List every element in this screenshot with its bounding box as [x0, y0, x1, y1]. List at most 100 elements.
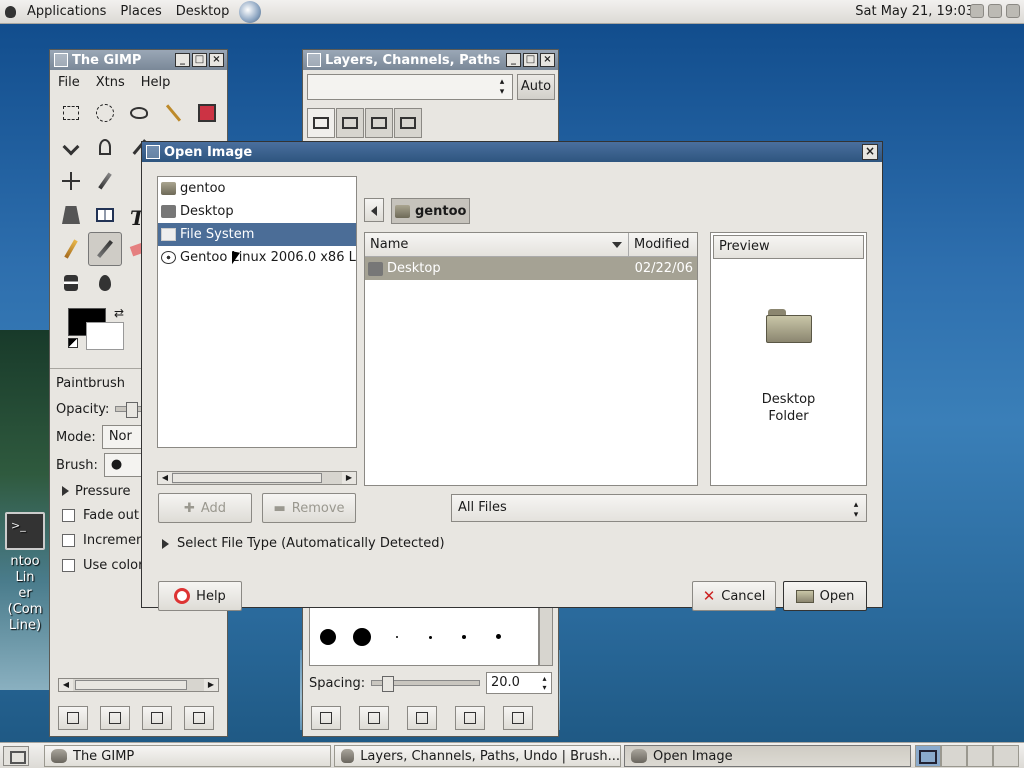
- scroll-thumb[interactable]: [172, 473, 322, 483]
- column-name[interactable]: Name: [365, 233, 629, 256]
- brush-item[interactable]: [396, 636, 398, 638]
- menu-xtns[interactable]: Xtns: [88, 75, 133, 90]
- path-back-button[interactable]: [364, 198, 384, 222]
- move-tool[interactable]: [54, 164, 88, 198]
- workspace-3[interactable]: [967, 745, 993, 767]
- file-filter-combo[interactable]: All Files: [451, 494, 867, 522]
- save-options-button[interactable]: [58, 706, 88, 730]
- places-hscroll[interactable]: ◀ ▶: [157, 471, 357, 485]
- path-button-gentoo[interactable]: gentoo: [391, 198, 470, 224]
- close-button[interactable]: ×: [209, 53, 224, 67]
- brush-item[interactable]: [462, 635, 466, 639]
- minimize-button[interactable]: _: [175, 53, 190, 67]
- menu-help[interactable]: Help: [133, 75, 179, 90]
- file-row-selected[interactable]: Desktop 02/22/06: [365, 257, 697, 280]
- tab-channels[interactable]: [336, 108, 364, 138]
- swap-colors-icon[interactable]: ⇄: [114, 306, 124, 320]
- delete-options-button[interactable]: [142, 706, 172, 730]
- brush-item[interactable]: [320, 629, 336, 645]
- fade-out-checkbox[interactable]: [62, 509, 75, 522]
- brush-item[interactable]: [353, 628, 371, 646]
- desktop-menu[interactable]: Desktop: [169, 0, 237, 24]
- brush-grid[interactable]: [309, 606, 539, 666]
- edit-brush-button[interactable]: [311, 706, 341, 730]
- network-icon[interactable]: [988, 4, 1002, 18]
- place-item[interactable]: Gentoo Linux 2006.0 x86 Live: [158, 246, 356, 269]
- clone-tool[interactable]: [54, 266, 88, 300]
- place-item[interactable]: Desktop: [158, 200, 356, 223]
- select-file-type-expander[interactable]: Select File Type (Automatically Detected…: [162, 536, 445, 551]
- scroll-left-icon[interactable]: ◀: [59, 679, 73, 691]
- scroll-thumb[interactable]: [75, 680, 187, 690]
- tab-paths[interactable]: [365, 108, 393, 138]
- tab-undo[interactable]: [394, 108, 422, 138]
- rect-select-tool[interactable]: [54, 96, 88, 130]
- workspace-1[interactable]: [915, 745, 941, 767]
- perspective-tool[interactable]: [54, 198, 88, 232]
- volume-icon[interactable]: [970, 4, 984, 18]
- window-menu-icon[interactable]: [307, 53, 321, 67]
- applications-menu[interactable]: Applications: [20, 0, 113, 24]
- toolbox-hscroll[interactable]: ◀ ▶: [58, 678, 219, 692]
- place-item-selected[interactable]: File System: [158, 223, 356, 246]
- place-item[interactable]: gentoo: [158, 177, 356, 200]
- workspace-4[interactable]: [993, 745, 1019, 767]
- new-brush-button[interactable]: [359, 706, 389, 730]
- show-desktop-button[interactable]: [3, 746, 29, 766]
- duplicate-brush-button[interactable]: [407, 706, 437, 730]
- image-selector-combo[interactable]: [307, 74, 513, 100]
- fuzzy-select-tool[interactable]: [156, 96, 190, 130]
- cancel-button[interactable]: ✕ Cancel: [692, 581, 776, 611]
- increment-checkbox[interactable]: [62, 534, 75, 547]
- ellipse-select-tool[interactable]: [88, 96, 122, 130]
- close-button[interactable]: ×: [540, 53, 555, 67]
- minimize-button[interactable]: _: [506, 53, 521, 67]
- free-select-tool[interactable]: [122, 96, 156, 130]
- add-bookmark-button[interactable]: ✚ Add: [158, 493, 252, 523]
- crop-tool[interactable]: [88, 164, 122, 198]
- background-color[interactable]: [86, 322, 124, 350]
- paths-tool[interactable]: [88, 130, 122, 164]
- brush-item[interactable]: [429, 636, 432, 639]
- desktop-icon-gentoo-live[interactable]: >_ ntoo Lin er (Com Line): [2, 512, 48, 634]
- restore-options-button[interactable]: [100, 706, 130, 730]
- scroll-right-icon[interactable]: ▶: [342, 472, 356, 484]
- task-layers[interactable]: Layers, Channels, Paths, Undo | Brush...: [334, 745, 621, 767]
- menu-file[interactable]: File: [50, 75, 88, 90]
- reset-options-button[interactable]: [184, 706, 214, 730]
- default-colors-icon[interactable]: [68, 338, 78, 348]
- layers-titlebar[interactable]: Layers, Channels, Paths _ □ ×: [303, 50, 558, 70]
- brush-vscroll[interactable]: [539, 606, 553, 666]
- refresh-brushes-button[interactable]: [503, 706, 533, 730]
- gimp-titlebar[interactable]: The GIMP _ □ ×: [50, 50, 227, 70]
- dialog-titlebar[interactable]: Open Image ×: [142, 142, 882, 162]
- task-gimp[interactable]: The GIMP: [44, 745, 331, 767]
- window-menu-icon[interactable]: [54, 53, 68, 67]
- clock[interactable]: Sat May 21, 19:03: [855, 0, 974, 24]
- scissors-tool[interactable]: [54, 130, 88, 164]
- maximize-button[interactable]: □: [523, 53, 538, 67]
- workspace-2[interactable]: [941, 745, 967, 767]
- select-by-color-tool[interactable]: [190, 96, 224, 130]
- auto-button[interactable]: Auto: [517, 74, 555, 100]
- help-button[interactable]: Help: [158, 581, 242, 611]
- blur-tool[interactable]: [88, 266, 122, 300]
- open-button[interactable]: Open: [783, 581, 867, 611]
- spacing-spinbutton[interactable]: 20.0: [486, 672, 552, 694]
- scroll-right-icon[interactable]: ▶: [204, 679, 218, 691]
- brush-item[interactable]: [496, 634, 501, 639]
- places-menu[interactable]: Places: [113, 0, 168, 24]
- gnome-foot-icon[interactable]: [0, 0, 20, 24]
- column-modified[interactable]: Modified: [629, 233, 697, 256]
- scroll-left-icon[interactable]: ◀: [158, 472, 172, 484]
- dialog-close-button[interactable]: ×: [862, 144, 878, 160]
- spacing-slider[interactable]: [371, 676, 480, 692]
- use-color-checkbox[interactable]: [62, 559, 75, 572]
- web-browser-launcher-icon[interactable]: [239, 0, 262, 23]
- delete-brush-button[interactable]: [455, 706, 485, 730]
- task-open-image[interactable]: Open Image: [624, 745, 911, 767]
- remove-bookmark-button[interactable]: ▬ Remove: [262, 493, 356, 523]
- update-icon[interactable]: [1006, 4, 1020, 18]
- window-menu-icon[interactable]: [146, 145, 160, 159]
- pencil-tool[interactable]: [54, 232, 88, 266]
